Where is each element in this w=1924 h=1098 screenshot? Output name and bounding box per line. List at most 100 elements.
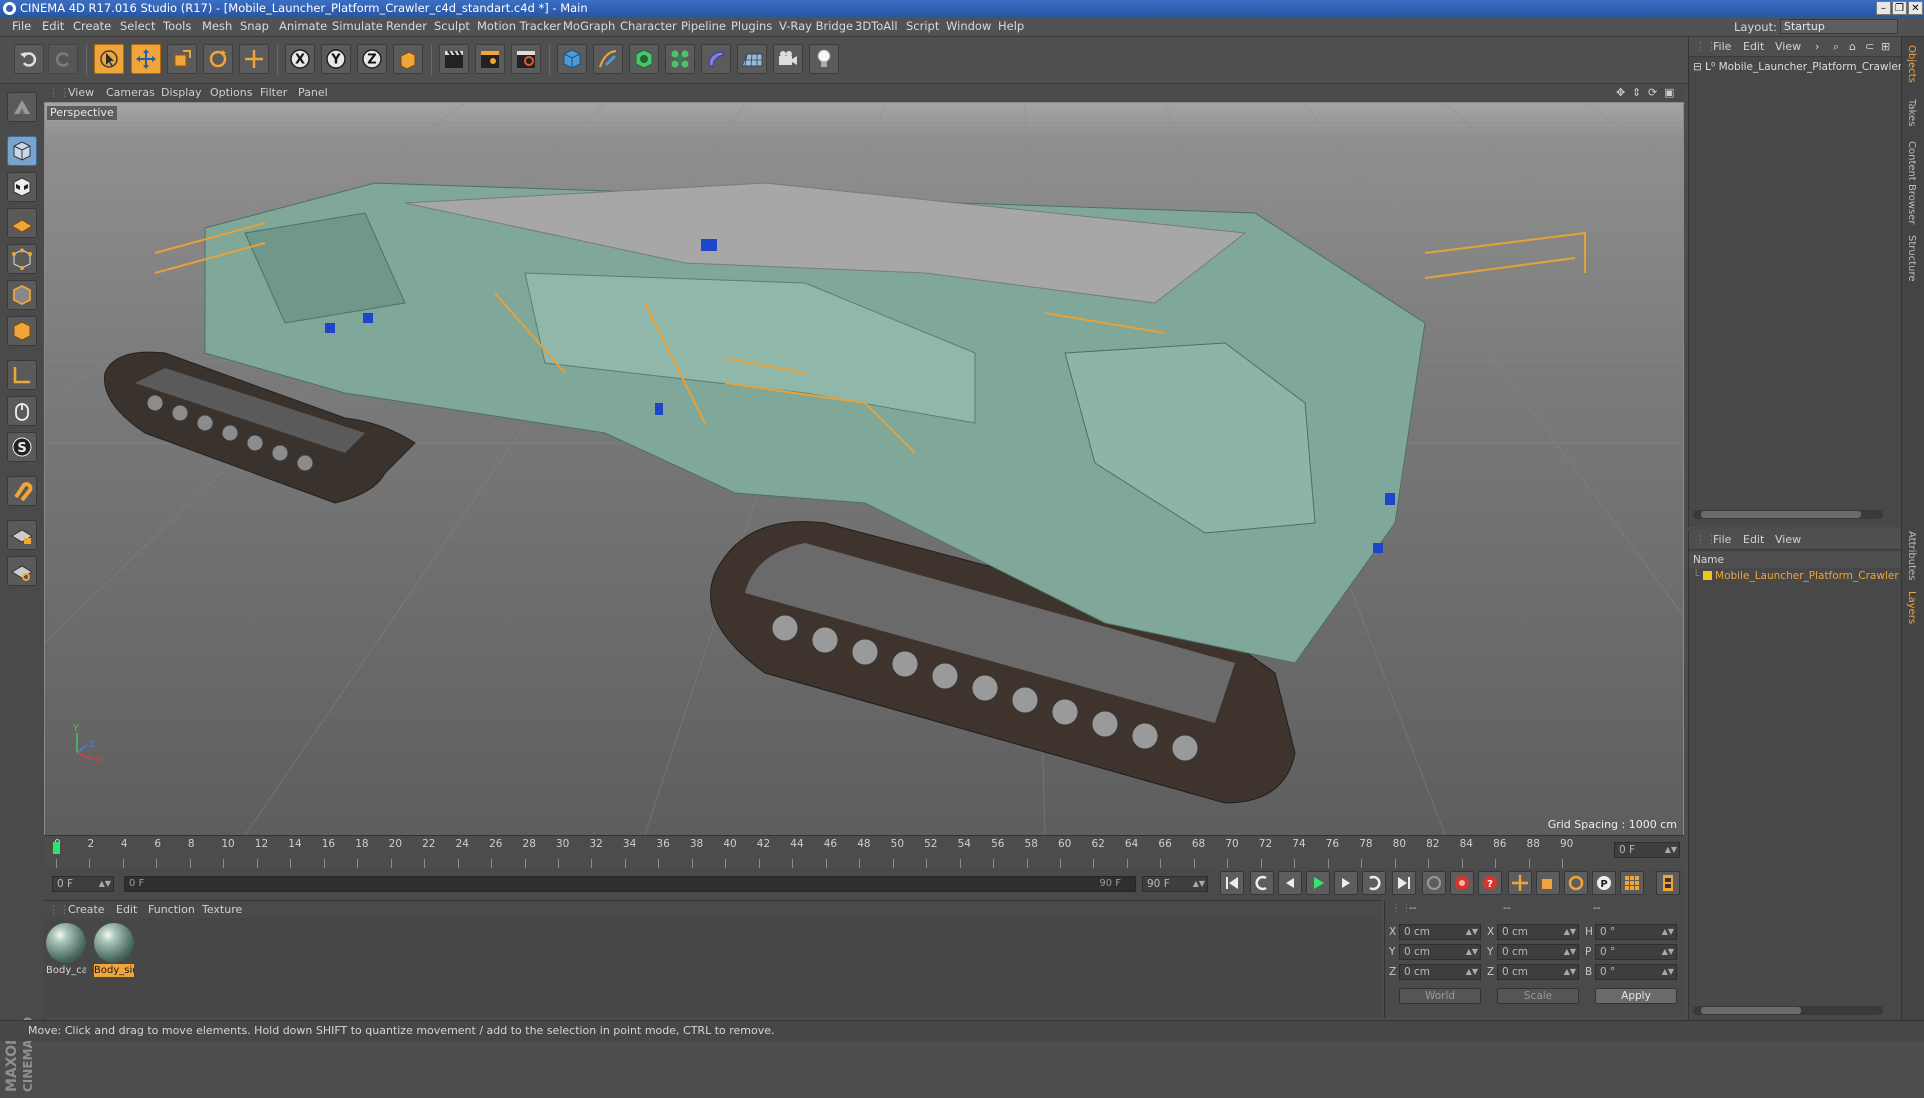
tab-structure[interactable]: Structure — [1906, 235, 1917, 282]
step-back-button[interactable] — [1278, 871, 1302, 895]
material-item[interactable]: Body_ca — [46, 923, 86, 977]
workplane-button[interactable] — [7, 208, 37, 238]
go-to-start-button[interactable] — [1220, 871, 1244, 895]
edges-mode-button[interactable] — [7, 280, 37, 310]
perspective-viewport[interactable]: Y X Z Perspective Grid Spacing : 1000 cm — [44, 102, 1684, 836]
menu-tools[interactable]: Tools — [163, 17, 191, 36]
floor-button[interactable] — [737, 44, 767, 74]
menu-help[interactable]: Help — [998, 17, 1024, 36]
layout-dropdown[interactable]: Startup — [1780, 19, 1898, 34]
apply-button[interactable]: Apply — [1595, 988, 1677, 1004]
render-view-button[interactable] — [439, 44, 469, 74]
layer-horizontal-scrollbar[interactable] — [1693, 1006, 1883, 1015]
snap-button[interactable]: S — [7, 432, 37, 462]
menu-window[interactable]: Window — [946, 17, 991, 36]
timeline-window-button[interactable] — [1656, 871, 1680, 895]
cloner-button[interactable] — [665, 44, 695, 74]
play-button[interactable] — [1306, 871, 1330, 895]
minimize-button[interactable]: – — [1876, 1, 1891, 15]
menu-sculpt[interactable]: Sculpt — [434, 17, 470, 36]
rot-b-field[interactable]: 0 ° ▲▼ — [1595, 964, 1677, 980]
current-frame-field[interactable]: 0 F ▲▼ — [1614, 842, 1680, 858]
menu-script[interactable]: Script — [906, 17, 939, 36]
model-mode-button[interactable] — [7, 136, 37, 166]
rot-h-field[interactable]: 0 ° ▲▼ — [1595, 924, 1677, 940]
menu-motion-tracker[interactable]: Motion Tracker — [477, 17, 561, 36]
size-mode-dropdown[interactable]: Scale — [1497, 988, 1579, 1004]
undo-button[interactable] — [14, 44, 44, 74]
viewport-menu-cameras[interactable]: Cameras — [106, 84, 155, 102]
menu-3dtoall[interactable]: 3DToAll — [855, 17, 898, 36]
rotate-button[interactable] — [203, 44, 233, 74]
menu-render[interactable]: Render — [386, 17, 427, 36]
pen-button[interactable] — [593, 44, 623, 74]
pos-z-field[interactable]: 0 cm ▲▼ — [1399, 964, 1481, 980]
coordinate-space-dropdown[interactable]: World — [1399, 988, 1481, 1004]
end-frame-field[interactable]: 90 F ▲▼ — [1142, 876, 1208, 892]
menu-file[interactable]: File — [12, 17, 31, 36]
material-menu-function[interactable]: Function — [148, 901, 195, 919]
frame-range-slider[interactable]: 0 F 90 F — [124, 876, 1136, 892]
menu-plugins[interactable]: Plugins — [731, 17, 772, 36]
camera-button[interactable] — [773, 44, 803, 74]
autokeying-button[interactable] — [1450, 871, 1474, 895]
axis-mode-button[interactable] — [7, 360, 37, 390]
maximize-button[interactable]: ❐ — [1892, 1, 1907, 15]
search-icon[interactable]: ⌕ — [1833, 37, 1839, 56]
menu-pipeline[interactable]: Pipeline — [681, 17, 726, 36]
viewport-menu-view[interactable]: View — [68, 84, 94, 102]
light-button[interactable] — [809, 44, 839, 74]
step-forward-button[interactable] — [1334, 871, 1358, 895]
viewport-menu-display[interactable]: Display — [161, 84, 202, 102]
material-menu-texture[interactable]: Texture — [202, 901, 242, 919]
viewport-menu-options[interactable]: Options — [210, 84, 252, 102]
deformer-button[interactable] — [701, 44, 731, 74]
object-tree-item[interactable]: ⊟ L⁰ Mobile_Launcher_Platform_Crawler — [1693, 61, 1902, 75]
scale-button[interactable] — [167, 44, 197, 74]
menu-mesh[interactable]: Mesh — [202, 17, 232, 36]
menu-edit[interactable]: Edit — [42, 17, 64, 36]
tab-attributes[interactable]: Attributes — [1906, 531, 1917, 580]
viewport-menu-panel[interactable]: Panel — [298, 84, 328, 102]
record-active-objects-button[interactable] — [1422, 871, 1446, 895]
tab-layers[interactable]: Layers — [1906, 591, 1917, 624]
planar-workplane-button[interactable] — [7, 556, 37, 586]
object-menu-file[interactable]: File — [1713, 37, 1731, 56]
menu-animate[interactable]: Animate — [279, 17, 327, 36]
menu-character[interactable]: Character — [620, 17, 677, 36]
coordinate-system-button[interactable] — [393, 44, 423, 74]
layer-row[interactable]: └ Mobile_Launcher_Platform_Crawler — [1693, 570, 1899, 584]
expand-icon[interactable]: ⊟ — [1693, 61, 1702, 73]
menu-create[interactable]: Create — [73, 17, 111, 36]
render-settings-button[interactable] — [511, 44, 541, 74]
tweak-mode-button[interactable] — [7, 396, 37, 426]
link-icon[interactable]: ⊂ — [1865, 37, 1874, 56]
render-picture-viewer-button[interactable] — [475, 44, 505, 74]
material-item-selected[interactable]: Body_sid — [94, 923, 134, 977]
x-axis-button[interactable]: X — [285, 44, 315, 74]
texture-mode-button[interactable] — [7, 172, 37, 202]
new-view-icon[interactable]: ⊞ — [1881, 37, 1890, 56]
rot-p-field[interactable]: 0 ° ▲▼ — [1595, 944, 1677, 960]
key-parameter-button[interactable]: P — [1592, 871, 1616, 895]
layer-color-swatch[interactable] — [1702, 571, 1712, 580]
menu-snap[interactable]: Snap — [240, 17, 269, 36]
size-x-field[interactable]: 0 cm ▲▼ — [1497, 924, 1579, 940]
menu-vray-bridge[interactable]: V-Ray Bridge — [779, 17, 853, 36]
cube-button[interactable] — [557, 44, 587, 74]
go-to-previous-key-button[interactable] — [1250, 871, 1274, 895]
viewport-menu-filter[interactable]: Filter — [260, 84, 287, 102]
viewport-camera-label[interactable]: Perspective — [47, 106, 117, 120]
redo-button[interactable] — [48, 44, 78, 74]
subdivision-surface-button[interactable] — [629, 44, 659, 74]
magnet-button[interactable] — [7, 476, 37, 506]
material-menu-edit[interactable]: Edit — [116, 901, 137, 919]
viewport-move-icon[interactable]: ✥ — [1616, 84, 1625, 102]
z-axis-button[interactable]: Z — [357, 44, 387, 74]
key-rotation-button[interactable] — [1564, 871, 1588, 895]
viewport-zoom-icon[interactable]: ⇕ — [1632, 84, 1641, 102]
points-mode-button[interactable] — [7, 244, 37, 274]
size-y-field[interactable]: 0 cm ▲▼ — [1497, 944, 1579, 960]
size-z-field[interactable]: 0 cm ▲▼ — [1497, 964, 1579, 980]
go-to-next-key-button[interactable] — [1362, 871, 1386, 895]
